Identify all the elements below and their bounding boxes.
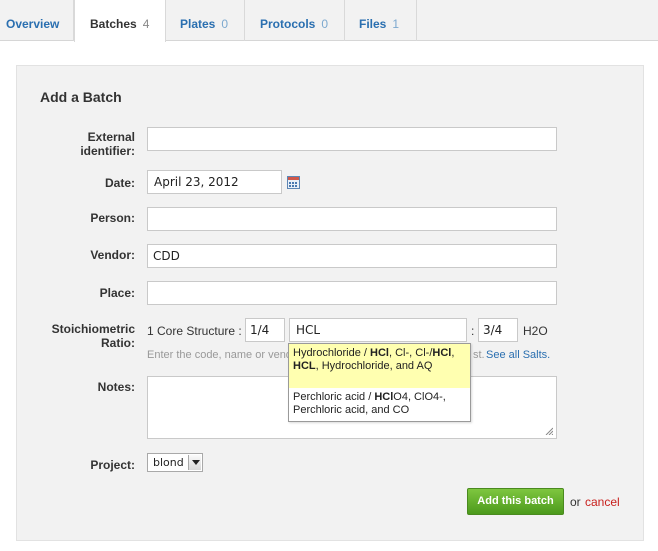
tab-overview[interactable]: Overview <box>0 0 74 41</box>
option-text: Hydrochloride / <box>293 347 371 359</box>
salt-autocomplete-menu: Hydrochloride / HCl, Cl-, Cl-/HCl, HCL, … <box>288 343 471 422</box>
notes-label: Notes: <box>97 380 135 394</box>
autocomplete-option-hydrochloride[interactable]: Hydrochloride / HCl, Cl-, Cl-/HCl, HCL, … <box>289 344 470 388</box>
tab-batches[interactable]: Batches 4 <box>74 0 166 42</box>
or-text: or <box>570 495 581 509</box>
tab-count: 0 <box>321 17 329 31</box>
project-selected-value: blond <box>153 456 184 469</box>
tab-protocols[interactable]: Protocols 0 <box>245 0 345 41</box>
option-text: , Hydrochloride, and AQ <box>315 360 433 372</box>
option-match: HCl <box>374 391 394 403</box>
place-label: Place: <box>99 286 135 300</box>
project-select[interactable]: blond <box>147 453 203 472</box>
salt-hint-text: Enter the code, name or vend <box>147 349 292 361</box>
vendor-label: Vendor: <box>90 248 135 262</box>
option-match: HCl <box>370 347 389 359</box>
option-text: , <box>451 347 455 359</box>
salt-input[interactable]: HCL <box>289 318 467 342</box>
option-text: Perchloric acid / <box>293 391 375 403</box>
solvent-text: H2O <box>523 324 548 338</box>
core-ratio-input[interactable]: 1/4 <box>245 318 285 342</box>
tab-files[interactable]: Files 1 <box>345 0 417 41</box>
tab-plates[interactable]: Plates 0 <box>166 0 245 41</box>
tab-label: Batches <box>90 17 137 31</box>
tab-count: 0 <box>221 17 229 31</box>
person-label: Person: <box>90 211 135 225</box>
panel-title: Add a Batch <box>40 89 122 105</box>
option-match: HCL <box>293 360 316 372</box>
label-line: Ratio: <box>101 336 135 350</box>
option-match: HCl <box>432 347 452 359</box>
external-identifier-label: External identifier: <box>0 130 135 158</box>
add-batch-button[interactable]: Add this batch <box>467 488 564 515</box>
label-line: Stoichiometric <box>51 322 135 336</box>
tab-label: Files <box>359 17 387 31</box>
person-input[interactable] <box>147 207 557 231</box>
tab-label: Overview <box>6 17 60 31</box>
tab-label: Plates <box>180 17 216 31</box>
salt-hint-text-end: st. <box>473 349 485 361</box>
calendar-icon[interactable] <box>287 176 300 189</box>
resize-grip-icon[interactable] <box>545 427 553 435</box>
cancel-link[interactable]: cancel <box>585 495 620 509</box>
ratio-colon: : <box>471 324 475 338</box>
tab-count: 1 <box>392 17 400 31</box>
chevron-down-icon <box>188 455 201 470</box>
stoichiometric-ratio-label: Stoichiometric Ratio: <box>0 322 135 350</box>
date-label: Date: <box>104 176 135 190</box>
place-input[interactable] <box>147 281 557 305</box>
external-identifier-input[interactable] <box>147 127 557 151</box>
tab-count: 4 <box>142 17 150 31</box>
tab-bar: Overview Batches 4 Plates 0 Protocols 0 Fil… <box>0 0 658 42</box>
date-input[interactable]: April 23, 2012 <box>147 170 282 194</box>
core-structure-text: 1 Core Structure : <box>147 324 242 338</box>
autocomplete-option-perchloric-acid[interactable]: Perchloric acid / HClO4, ClO4-, Perchlor… <box>289 388 470 420</box>
label-line: External <box>87 130 135 144</box>
vendor-input[interactable]: CDD <box>147 244 557 268</box>
label-line: identifier: <box>80 144 135 158</box>
see-all-salts-link[interactable]: See all Salts. <box>486 349 550 361</box>
project-label: Project: <box>90 458 135 472</box>
salt-ratio-input[interactable]: 3/4 <box>478 318 518 342</box>
tab-label: Protocols <box>260 17 316 31</box>
option-text: , Cl-, Cl-/ <box>389 347 433 359</box>
